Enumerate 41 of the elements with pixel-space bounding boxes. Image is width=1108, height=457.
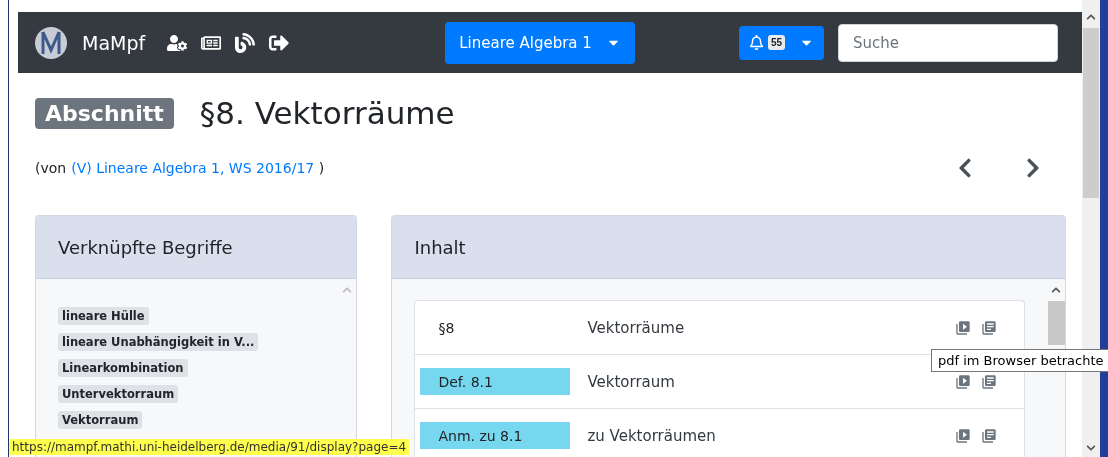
content-row[interactable]: Anm. zu 8.1 zu Vektorräumen — [415, 408, 1024, 457]
item-title: zu Vektorräumen — [586, 426, 717, 445]
user-gear-icon[interactable] — [167, 32, 188, 53]
document-icon[interactable] — [981, 319, 997, 336]
logo-icon[interactable] — [34, 25, 68, 60]
tag[interactable]: Vektorraum — [58, 411, 143, 429]
item-number: §8 — [437, 318, 456, 338]
brand-name[interactable]: MaMpf — [82, 31, 146, 54]
source-suffix: ) — [317, 160, 325, 176]
notification-count: 55 — [767, 35, 785, 50]
scrollbar-thumb[interactable] — [1047, 301, 1065, 345]
item-number: Def. 8.1 — [420, 368, 571, 395]
item-title: Vektorraum — [586, 372, 676, 391]
video-library-icon[interactable] — [955, 373, 971, 390]
scroll-up-icon[interactable] — [1051, 285, 1061, 295]
tag[interactable]: lineare Hülle — [58, 307, 149, 325]
scroll-down-icon[interactable] — [1086, 443, 1096, 453]
section-badge: Abschnitt — [35, 97, 174, 129]
document-icon[interactable] — [981, 373, 997, 390]
status-bar-url: https://mampf.mathi.uni-heidelberg.de/media/91/display?page=4 — [9, 439, 410, 455]
bell-icon — [748, 35, 764, 50]
document-icon[interactable] — [981, 427, 997, 444]
item-number: Anm. zu 8.1 — [420, 422, 571, 449]
card-title: Verknüpfte Begriffe — [36, 216, 357, 279]
page-title: §8. Vektorräume — [199, 95, 455, 131]
video-library-icon[interactable] — [955, 319, 971, 336]
scroll-up-icon[interactable] — [1086, 12, 1096, 22]
tag[interactable]: Linearkombination — [58, 359, 188, 377]
tooltip: pdf im Browser betrachte — [931, 349, 1108, 372]
search-field[interactable]: Suche — [838, 23, 1058, 62]
tag[interactable]: lineare Unabhängigkeit in V... — [58, 333, 259, 351]
tag[interactable]: Untervektorraum — [58, 385, 179, 403]
course-link[interactable]: (V) Lineare Algebra 1, WS 2016/17 — [71, 160, 315, 176]
notification-button[interactable]: 55 — [738, 25, 824, 60]
video-library-icon[interactable] — [955, 427, 971, 444]
source-prefix: (von — [35, 160, 67, 176]
card-title: Inhalt — [392, 216, 1065, 279]
blog-icon[interactable] — [235, 32, 256, 53]
course-dropdown-button[interactable]: Lineare Algebra 1 — [445, 21, 635, 64]
item-title: Vektorräume — [586, 318, 686, 337]
scrollbar-thumb[interactable] — [1083, 28, 1099, 198]
